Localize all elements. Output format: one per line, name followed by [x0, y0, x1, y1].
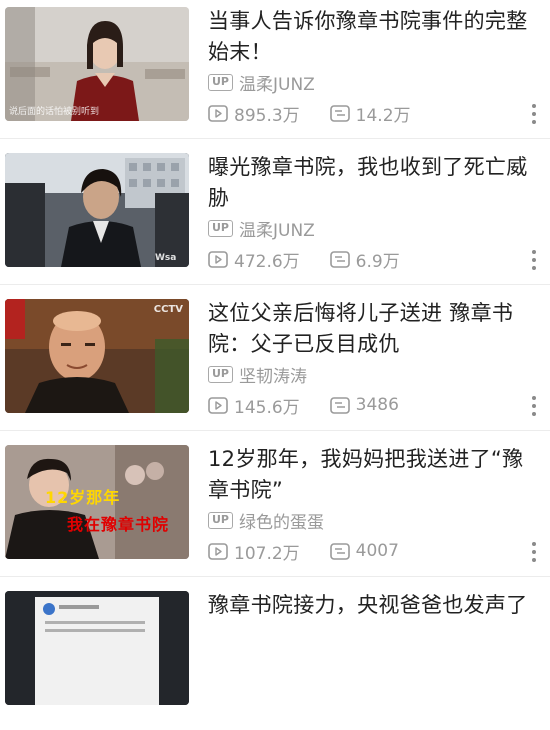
- video-title[interactable]: 曝光豫章书院，我也收到了死亡威胁: [208, 152, 538, 214]
- uploader-row[interactable]: UP 温柔JUNZ: [208, 216, 315, 241]
- up-badge-icon: UP: [208, 365, 233, 383]
- play-count-icon: [208, 396, 228, 414]
- uploader-row[interactable]: UP 温柔JUNZ: [208, 70, 315, 95]
- thumbnail-caption-line2: 我在豫章书院: [67, 515, 170, 534]
- up-badge-icon: UP: [208, 219, 233, 237]
- video-item[interactable]: 豫章书院接力，央视爸爸也发声了: [0, 576, 550, 730]
- video-thumbnail[interactable]: CCTV: [5, 299, 189, 413]
- video-title[interactable]: 当事人告诉你豫章书院事件的完整始末！: [208, 6, 538, 68]
- uploader-row[interactable]: UP 绿色的蛋蛋: [208, 508, 324, 533]
- view-count: 107.2万: [208, 539, 300, 564]
- thumbnail-caption: 说后面的话怕被别听到: [9, 107, 100, 117]
- video-item[interactable]: 说后面的话怕被别听到 当事人告诉你豫章书院事件的完整始末！ UP 温柔JUNZ …: [0, 0, 550, 146]
- up-badge-icon: UP: [208, 511, 233, 529]
- play-count-icon: [208, 250, 228, 268]
- stats-row: 145.6万 3486: [208, 393, 429, 418]
- video-item[interactable]: Wsa 曝光豫章书院，我也收到了死亡威胁 UP 温柔JUNZ 472.6万 6.…: [0, 138, 550, 292]
- thumbnail-caption: CCTV: [153, 304, 183, 315]
- play-count-icon: [208, 542, 228, 560]
- stats-row: 107.2万 4007: [208, 539, 429, 564]
- play-count-icon: [208, 104, 228, 122]
- thumbnail-image: [5, 153, 189, 267]
- view-count: 472.6万: [208, 247, 300, 272]
- more-options-icon[interactable]: [528, 542, 540, 562]
- video-thumbnail[interactable]: [5, 591, 189, 705]
- video-title[interactable]: 这位父亲后悔将儿子送进 豫章书院：父子已反目成仇: [208, 298, 538, 360]
- danmaku-icon: [329, 104, 350, 122]
- more-options-icon[interactable]: [528, 250, 540, 270]
- danmaku-icon: [329, 542, 350, 560]
- danmaku-icon: [329, 396, 350, 414]
- more-options-icon[interactable]: [528, 104, 540, 124]
- thumbnail-caption-line1: 12岁那年: [45, 488, 121, 507]
- thumbnail-image: [5, 591, 189, 705]
- video-thumbnail[interactable]: Wsa: [5, 153, 189, 267]
- danmaku-icon: [329, 250, 350, 268]
- danmaku-count: 14.2万: [329, 101, 411, 126]
- up-badge-icon: UP: [208, 73, 233, 91]
- more-options-icon[interactable]: [528, 396, 540, 416]
- danmaku-count: 3486: [329, 395, 399, 415]
- video-thumbnail[interactable]: 12岁那年 我在豫章书院: [5, 445, 189, 559]
- uploader-name: 坚韧涛涛: [239, 366, 307, 387]
- video-title[interactable]: 豫章书院接力，央视爸爸也发声了: [208, 590, 538, 621]
- thumbnail-caption: Wsa: [155, 253, 177, 263]
- video-item[interactable]: 12岁那年 我在豫章书院 12岁那年，我妈妈把我送进了“豫章书院” UP 绿色的…: [0, 430, 550, 584]
- video-thumbnail[interactable]: 说后面的话怕被别听到: [5, 7, 189, 121]
- view-count: 145.6万: [208, 393, 300, 418]
- view-count: 895.3万: [208, 101, 300, 126]
- uploader-name: 温柔JUNZ: [239, 220, 315, 241]
- video-item[interactable]: CCTV 这位父亲后悔将儿子送进 豫章书院：父子已反目成仇 UP 坚韧涛涛 14…: [0, 284, 550, 438]
- stats-row: 895.3万 14.2万: [208, 101, 441, 126]
- danmaku-count: 6.9万: [329, 247, 400, 272]
- uploader-row[interactable]: UP 坚韧涛涛: [208, 362, 307, 387]
- danmaku-count: 4007: [329, 541, 399, 561]
- thumbnail-image: [5, 299, 189, 413]
- video-title[interactable]: 12岁那年，我妈妈把我送进了“豫章书院”: [208, 444, 538, 506]
- stats-row: 472.6万 6.9万: [208, 247, 430, 272]
- uploader-name: 温柔JUNZ: [239, 74, 315, 95]
- uploader-name: 绿色的蛋蛋: [239, 512, 324, 533]
